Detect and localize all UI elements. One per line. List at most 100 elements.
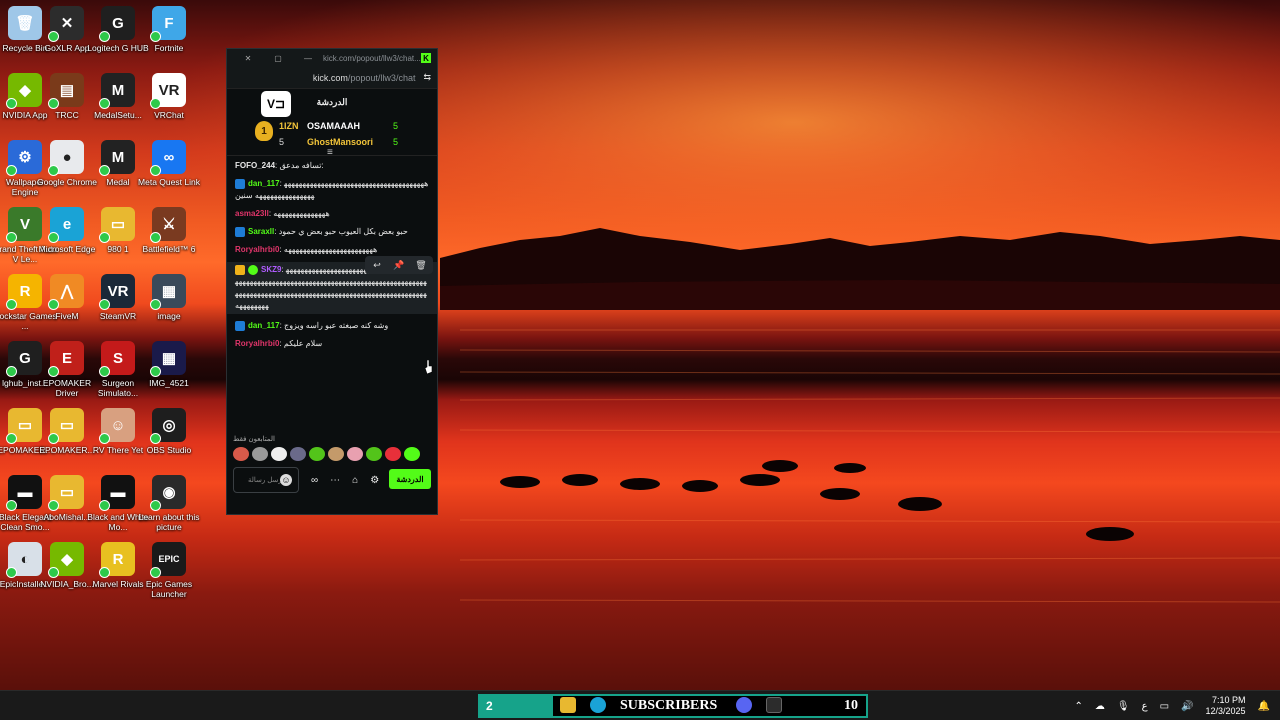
subscribers-widget: 2 SUBSCRIBERS 10: [478, 694, 868, 718]
chat-username[interactable]: Roryalhrbi0: [235, 339, 279, 348]
kick-badge-icon: [235, 178, 245, 189]
taskbar: 2 SUBSCRIBERS 10 ⌃ ☁ 🎙 ع ▭ 🔊 7:10 PM 12/…: [0, 690, 1280, 720]
desktop-icon[interactable]: ∞ Meta Quest Link: [136, 140, 202, 187]
clock-date: 12/3/2025: [1205, 706, 1246, 716]
microphone-icon[interactable]: 🎙: [1117, 701, 1130, 712]
emote-icon[interactable]: [366, 447, 382, 461]
chat-username[interactable]: SKZ9: [261, 265, 281, 274]
chat-message-text: حبو بعض بكل العيوب حبو بعض ي حمود: [278, 227, 408, 236]
file-explorer-icon[interactable]: [560, 697, 576, 713]
minimize-window-icon[interactable]: —: [293, 54, 323, 63]
verified-badge-icon: [248, 264, 258, 275]
taskbar-clock[interactable]: 7:10 PM 12/3/2025: [1206, 695, 1246, 717]
subscribers-goal-progress: 2: [480, 696, 553, 716]
chat-message-text: ههههههههههههههههههههههههه: [283, 245, 378, 254]
emote-icon[interactable]: [347, 447, 363, 461]
edge-taskbar-icon[interactable]: [590, 697, 606, 713]
show-hidden-icons-chevron-icon[interactable]: ⌃: [1075, 701, 1083, 712]
app-icon: ✕: [48, 6, 84, 42]
desktop-icon[interactable]: ▦ image: [136, 274, 202, 321]
message-actions: ↩ 📌 🗑: [365, 256, 433, 274]
emoji-picker-icon[interactable]: ☺: [280, 474, 292, 486]
chat-username[interactable]: dan_117: [248, 321, 280, 330]
url-bar[interactable]: kick.com/popout/llw3/chat ⇆: [227, 67, 437, 89]
app-icon: ⋀: [48, 274, 84, 310]
chat-message[interactable]: Roryalhrbi0: ههههههههههههههههههههههههه: [235, 244, 429, 256]
input-language[interactable]: ع: [1142, 701, 1148, 712]
emote-icon[interactable]: [290, 447, 306, 461]
app-icon: ◉: [150, 475, 186, 511]
app-icon: ◆: [48, 542, 84, 578]
settings-gear-icon[interactable]: ⚙: [370, 475, 379, 486]
desktop-icon[interactable]: ▦ IMG_4521: [136, 341, 202, 388]
collapse-leaderboard-icon[interactable]: ≡: [327, 147, 333, 158]
chat-tools: ∞ ⋯ ⌂ ⚙: [311, 475, 379, 486]
chat-message[interactable]: FOFO_244: تسافه مدعق:: [235, 160, 429, 172]
chat-message-list[interactable]: FOFO_244: تسافه مدعق: dan_117: هههههههههه…: [227, 155, 437, 433]
chat-input-placeholder: ارسل رسالة: [248, 477, 284, 484]
chat-message[interactable]: SKZ9: هههههههههههههههههههههههههههههههههه…: [227, 256, 437, 314]
desktop-icon[interactable]: VR VRChat: [136, 73, 202, 120]
desktop-icon-label: image: [157, 311, 181, 321]
chat-header-title: الدردشة: [316, 96, 348, 107]
leader-user-1[interactable]: OSAMAAAH: [307, 121, 360, 131]
reply-icon[interactable]: ↩: [367, 258, 387, 272]
desktop-icon[interactable]: ⚔ Battlefield™ 6: [136, 207, 202, 254]
leader-user-2[interactable]: GhostMansoori: [307, 137, 373, 147]
links-icon[interactable]: ∞: [311, 475, 318, 486]
emote-icon[interactable]: [309, 447, 325, 461]
store-icon[interactable]: ⌂: [352, 475, 358, 486]
chat-header: V⊐ الدردشة: [227, 89, 437, 117]
chat-username[interactable]: dan_117: [248, 179, 280, 188]
emote-icon[interactable]: [233, 447, 249, 461]
chat-message-input[interactable]: ارسل رسالة ☺: [233, 467, 299, 493]
share-icon[interactable]: ⋯: [330, 475, 340, 486]
emote-icon[interactable]: [385, 447, 401, 461]
chat-message[interactable]: dan_117: وشه كنه صبغته عبو راسه ويزوج: [235, 320, 429, 332]
desktop-icon[interactable]: F Fortnite: [136, 6, 202, 53]
network-icon[interactable]: ▭: [1160, 701, 1169, 712]
emote-icon[interactable]: [252, 447, 268, 461]
chat-message[interactable]: Roryalhrbi0: سلام عليكم: [235, 338, 429, 350]
pin-icon[interactable]: 📌: [389, 258, 409, 272]
leader-user-1-count: 5: [393, 121, 399, 131]
goxlr-taskbar-icon[interactable]: [766, 697, 782, 713]
chat-username[interactable]: Roryalhrbi0: [235, 245, 279, 254]
chat-username[interactable]: asma23ll: [235, 209, 269, 218]
app-icon: M: [99, 73, 135, 109]
discord-taskbar-icon[interactable]: [736, 697, 752, 713]
app-icon: E: [48, 341, 84, 377]
chat-username[interactable]: Saraxll: [248, 227, 274, 236]
send-chat-button[interactable]: الدردشة: [389, 469, 431, 489]
desktop-icon[interactable]: ◎ OBS Studio: [136, 408, 202, 455]
desktop-icon[interactable]: ◉ Learn about this picture: [136, 475, 202, 532]
notification-bell-icon[interactable]: 🔔: [1258, 701, 1270, 712]
volume-icon[interactable]: 🔊: [1181, 701, 1193, 712]
emote-list: [233, 447, 420, 461]
system-tray: ⌃ ☁ 🎙 ع ▭ 🔊 7:10 PM 12/3/2025 🔔: [1075, 691, 1280, 720]
site-settings-icon[interactable]: ⇆: [423, 72, 431, 83]
url-host: kick.com: [312, 72, 348, 83]
desktop-icon[interactable]: EPIC Epic Games Launcher: [136, 542, 202, 599]
channel-logo[interactable]: V⊐: [261, 91, 291, 117]
chat-message[interactable]: asma23ll: ههههههههههههههه: [235, 208, 429, 220]
emote-icon[interactable]: [271, 447, 287, 461]
onedrive-cloud-icon[interactable]: ☁: [1095, 701, 1105, 712]
leader-first-name[interactable]: 1IZN: [279, 121, 299, 131]
close-window-icon[interactable]: ✕: [233, 54, 263, 63]
chat-message[interactable]: Saraxll: حبو بعض بكل العيوب حبو بعض ي حم…: [235, 226, 429, 238]
delete-icon[interactable]: 🗑: [411, 258, 431, 272]
chat-username[interactable]: FOFO_244: [235, 161, 275, 170]
emote-icon[interactable]: [328, 447, 344, 461]
chat-message[interactable]: dan_117: ههههههههههههههههههههههههههههههه…: [235, 178, 429, 202]
chat-message-text: سلام عليكم: [283, 339, 323, 348]
app-icon: F: [150, 6, 186, 42]
app-icon: R: [99, 542, 135, 578]
window-titlebar[interactable]: ✕ ▢ — kick.com/popout/llw3/chat... K: [227, 49, 437, 67]
app-icon: ▦: [150, 274, 186, 310]
chat-message-text: وشه كنه صبغته عبو راسه ويزوج: [284, 321, 389, 330]
emote-icon[interactable]: [404, 447, 420, 461]
kick-chat-popout-window[interactable]: ✕ ▢ — kick.com/popout/llw3/chat... K kic…: [226, 48, 438, 515]
clock-time: 7:10 PM: [1212, 695, 1246, 705]
maximize-window-icon[interactable]: ▢: [263, 54, 293, 63]
